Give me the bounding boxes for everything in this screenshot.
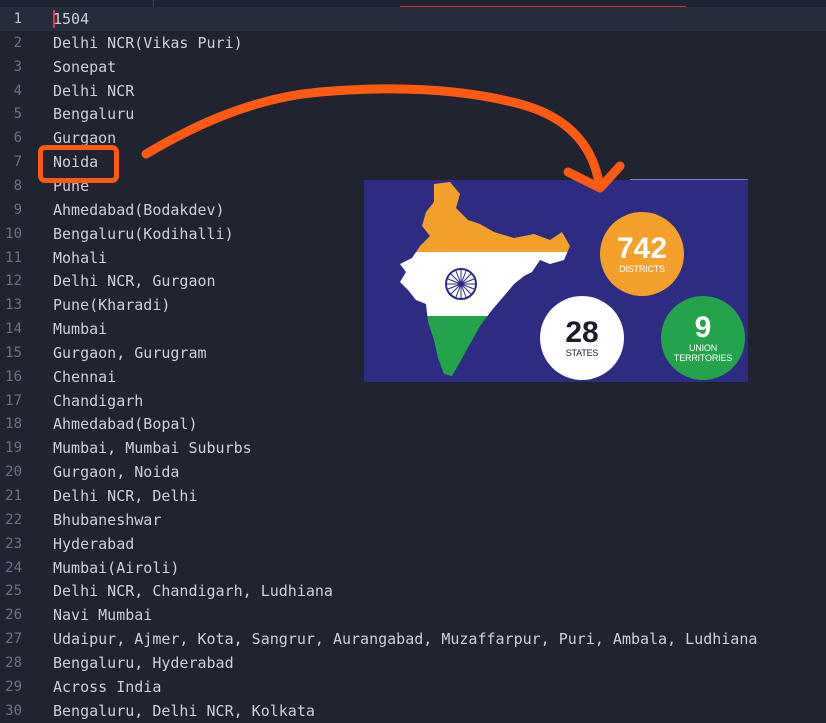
line-number: 18 bbox=[5, 416, 22, 433]
line-number: 22 bbox=[5, 511, 22, 528]
editor-line[interactable]: 26 Navi Mumbai bbox=[0, 603, 826, 627]
states-stat: 28 STATES bbox=[540, 296, 624, 380]
line-number: 24 bbox=[5, 559, 22, 576]
line-number: 13 bbox=[5, 297, 22, 314]
line-text[interactable]: 1504 bbox=[53, 7, 89, 31]
line-text[interactable]: Ahmedabad(Bopal) bbox=[53, 412, 198, 436]
editor-line[interactable]: 3 Sonepat bbox=[0, 55, 826, 79]
annotation-highlight-box bbox=[38, 145, 119, 183]
editor-line[interactable]: 22 Bhubaneshwar bbox=[0, 508, 826, 532]
line-text[interactable]: Chandigarh bbox=[53, 389, 143, 413]
line-number: 12 bbox=[5, 273, 22, 290]
editor-line[interactable]: 18 Ahmedabad(Bopal) bbox=[0, 412, 826, 436]
editor-line[interactable]: 17 Chandigarh bbox=[0, 389, 826, 413]
line-text[interactable]: Ahmedabad(Bodakdev) bbox=[53, 198, 225, 222]
line-number: 21 bbox=[5, 488, 22, 504]
line-text[interactable]: Chennai bbox=[53, 365, 116, 389]
line-number: 9 bbox=[13, 201, 22, 218]
india-stats-image: 742 DISTRICTS 28 STATES 9 UNION TERRITOR… bbox=[364, 180, 748, 382]
states-value: 28 bbox=[565, 316, 599, 349]
line-text[interactable]: Bhubaneshwar bbox=[53, 508, 161, 532]
union-territories-label-1: UNION bbox=[689, 343, 717, 353]
line-text[interactable]: Bengaluru, Hyderabad bbox=[53, 651, 234, 675]
line-number: 26 bbox=[5, 607, 22, 624]
line-text[interactable]: Pune(Kharadi) bbox=[53, 293, 170, 317]
line-number: 3 bbox=[13, 58, 22, 75]
editor-line[interactable]: 1 1504 bbox=[0, 7, 826, 31]
line-text[interactable]: Bengaluru, Delhi NCR, Kolkata bbox=[53, 699, 315, 723]
line-text[interactable]: Gurgaon, Noida bbox=[53, 460, 179, 484]
line-text[interactable]: Mumbai bbox=[53, 317, 107, 341]
line-number: 16 bbox=[5, 368, 22, 385]
line-text[interactable]: Mumbai, Mumbai Suburbs bbox=[53, 436, 252, 460]
editor-line[interactable]: 19 Mumbai, Mumbai Suburbs bbox=[0, 436, 826, 460]
line-text[interactable]: Navi Mumbai bbox=[53, 603, 152, 627]
editor-line[interactable]: 27 Udaipur, Ajmer, Kota, Sangrur, Auranga… bbox=[0, 627, 826, 651]
line-text[interactable]: Udaipur, Ajmer, Kota, Sangrur, Aurangaba… bbox=[53, 627, 757, 651]
editor-line[interactable]: 5 Bengaluru bbox=[0, 102, 826, 126]
line-text[interactable]: Delhi NCR, Chandigarh, Ludhiana bbox=[53, 579, 333, 603]
line-number: 23 bbox=[5, 535, 22, 552]
line-text[interactable]: Across India bbox=[53, 675, 161, 699]
line-number: 4 bbox=[13, 82, 22, 99]
union-territories-stat: 9 UNION TERRITORIES bbox=[661, 296, 745, 380]
districts-value: 742 bbox=[616, 232, 668, 265]
ashoka-chakra-icon bbox=[445, 268, 477, 300]
line-number: 7 bbox=[13, 154, 22, 171]
editor-line[interactable]: 24 Mumbai(Airoli) bbox=[0, 556, 826, 580]
districts-stat: 742 DISTRICTS bbox=[600, 212, 684, 296]
line-number: 8 bbox=[13, 177, 22, 194]
line-number: 28 bbox=[5, 654, 22, 671]
editor-line[interactable]: 21 Delhi NCR, Delhi bbox=[0, 484, 826, 508]
line-number: 2 bbox=[13, 34, 22, 51]
line-number: 30 bbox=[5, 702, 22, 719]
line-number: 17 bbox=[5, 392, 22, 409]
editor-line[interactable]: 2 Delhi NCR(Vikas Puri) bbox=[0, 31, 826, 55]
editor-line[interactable]: 4 Delhi NCR bbox=[0, 79, 826, 103]
line-number: 25 bbox=[5, 583, 22, 600]
line-number: 6 bbox=[13, 130, 22, 147]
line-number: 14 bbox=[5, 321, 22, 338]
editor-line[interactable]: 30 Bengaluru, Delhi NCR, Kolkata bbox=[0, 699, 826, 723]
line-text[interactable]: Gurgaon, Gurugram bbox=[53, 341, 207, 365]
line-text[interactable]: Delhi NCR(Vikas Puri) bbox=[53, 31, 243, 55]
union-territories-label-2: TERRITORIES bbox=[673, 353, 733, 363]
line-text[interactable]: Delhi NCR bbox=[53, 79, 134, 103]
line-number: 27 bbox=[5, 631, 22, 648]
line-number: 15 bbox=[5, 344, 22, 361]
line-text[interactable]: Hyderabad bbox=[53, 532, 134, 556]
line-text[interactable]: Bengaluru bbox=[53, 102, 134, 126]
line-number: 1 bbox=[13, 11, 22, 27]
editor-line[interactable]: 6 Gurgaon bbox=[0, 126, 826, 150]
line-text[interactable]: Mumbai(Airoli) bbox=[53, 556, 179, 580]
union-territories-value: 9 bbox=[694, 311, 712, 344]
editor-line[interactable]: 29 Across India bbox=[0, 675, 826, 699]
line-number: 11 bbox=[5, 249, 22, 266]
editor-line[interactable]: 20 Gurgaon, Noida bbox=[0, 460, 826, 484]
line-number: 19 bbox=[5, 440, 22, 457]
line-number: 20 bbox=[5, 464, 22, 481]
line-text[interactable]: Bengaluru(Kodihalli) bbox=[53, 222, 234, 246]
editor-line[interactable]: 25 Delhi NCR, Chandigarh, Ludhiana bbox=[0, 579, 826, 603]
line-text[interactable]: Delhi NCR, Delhi bbox=[53, 484, 198, 508]
line-number: 29 bbox=[5, 678, 22, 695]
line-text[interactable]: Delhi NCR, Gurgaon bbox=[53, 269, 216, 293]
line-text[interactable]: Sonepat bbox=[53, 55, 116, 79]
line-number: 10 bbox=[5, 225, 22, 242]
editor-line[interactable]: 7 Noida bbox=[0, 150, 826, 174]
editor-line[interactable]: 28 Bengaluru, Hyderabad bbox=[0, 651, 826, 675]
editor-line[interactable]: 23 Hyderabad bbox=[0, 532, 826, 556]
districts-label: DISTRICTS bbox=[619, 264, 665, 274]
states-label: STATES bbox=[565, 348, 599, 358]
line-text[interactable]: Mohali bbox=[53, 246, 107, 270]
line-number: 5 bbox=[13, 106, 22, 123]
